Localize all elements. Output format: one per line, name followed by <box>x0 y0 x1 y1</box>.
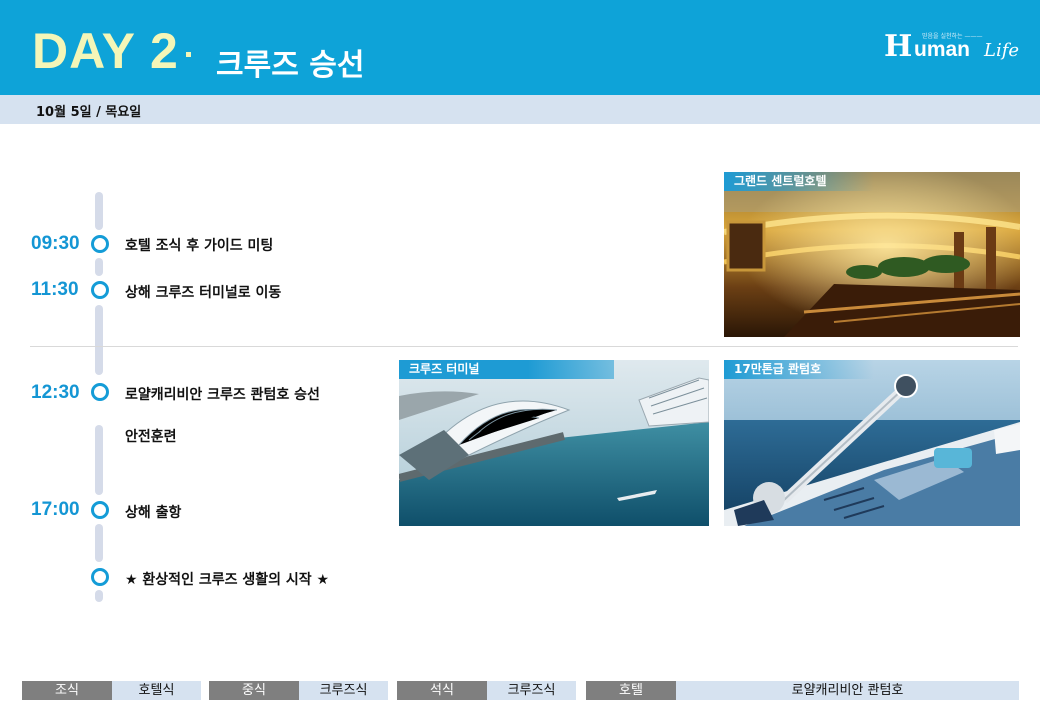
hotel-value: 로얄캐리비안 콴텀호 <box>676 681 1019 700</box>
day-title: DAY 2 <box>32 23 179 79</box>
photo-caption: 17만톤급 콴텀호 <box>724 360 874 379</box>
timeline-marker <box>91 501 109 519</box>
timeline-line <box>95 524 103 562</box>
breakfast-value: 호텔식 <box>112 681 201 700</box>
hotel-lobby-photo: 그랜드 센트럴호텔 <box>724 172 1020 337</box>
dinner-label: 석식 <box>397 681 487 700</box>
hotel-label: 호텔 <box>586 681 676 700</box>
timeline-line <box>95 425 103 495</box>
event-text: 상해 출항 <box>125 505 182 521</box>
breakfast-label: 조식 <box>22 681 112 700</box>
photo-caption: 크루즈 터미널 <box>399 360 614 379</box>
timeline-marker <box>91 568 109 586</box>
dinner-value: 크루즈식 <box>487 681 576 700</box>
header-bar: DAY 2 크루즈 승선 믿음을 실천하는 ——— H uman Life <box>0 0 1040 95</box>
time-label: 11:30 <box>31 279 79 300</box>
day-dot <box>186 52 191 57</box>
timeline-line <box>95 305 103 375</box>
event-text: ★ 환상적인 크루즈 생활의 시작 ★ <box>125 572 330 588</box>
timeline-marker <box>91 383 109 401</box>
timeline-line <box>95 590 103 602</box>
logo-life: Life <box>984 40 1020 61</box>
event-text: 로얄캐리비안 크루즈 콴텀호 승선 <box>125 387 320 403</box>
event-text: 상해 크루즈 터미널로 이동 <box>125 285 282 301</box>
timeline-marker <box>91 235 109 253</box>
time-label: 12:30 <box>31 382 80 403</box>
logo-h: H <box>884 29 913 64</box>
logo-uman: uman <box>914 38 971 61</box>
section-divider <box>30 346 1018 347</box>
timeline-line <box>95 192 103 230</box>
timeline-line <box>95 258 103 276</box>
page-title: 크루즈 승선 <box>216 48 365 83</box>
time-label: 09:30 <box>31 233 80 254</box>
event-text: 호텔 조식 후 가이드 미팅 <box>125 238 274 254</box>
event-text: 안전훈련 <box>125 429 177 445</box>
timeline-marker <box>91 281 109 299</box>
quantum-ship-photo: 17만톤급 콴텀호 <box>724 360 1020 526</box>
date-band: 10월 5일 / 목요일 <box>0 95 1040 124</box>
human-life-logo: 믿음을 실천하는 ——— H uman Life <box>884 30 1026 72</box>
cruise-terminal-photo: 크루즈 터미널 <box>399 360 709 526</box>
photo-caption: 그랜드 센트럴호텔 <box>724 172 874 191</box>
time-label: 17:00 <box>31 499 80 520</box>
lunch-value: 크루즈식 <box>299 681 388 700</box>
date-text: 10월 5일 / 목요일 <box>36 105 142 120</box>
lunch-label: 중식 <box>209 681 299 700</box>
